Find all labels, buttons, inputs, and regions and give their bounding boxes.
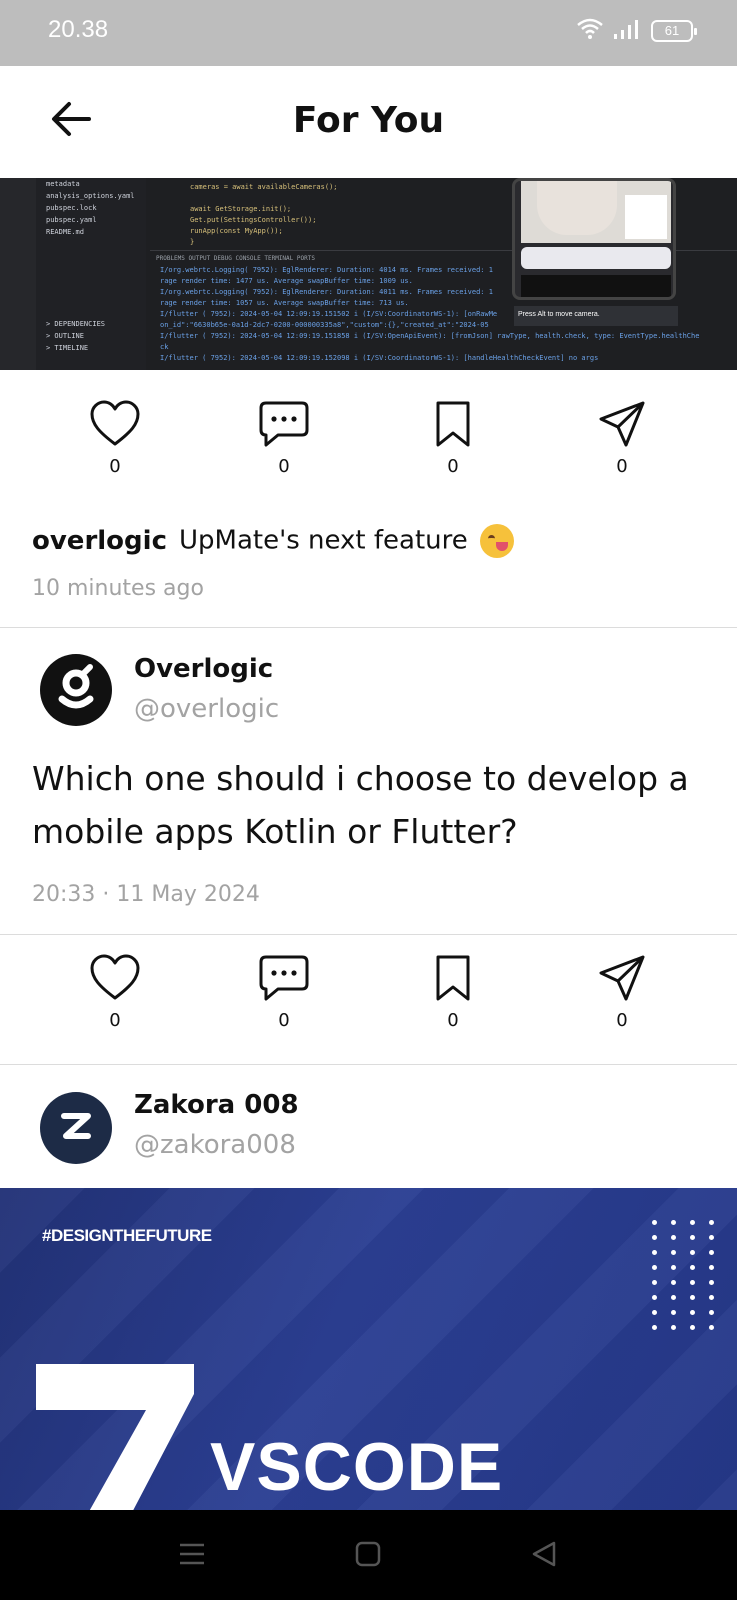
camera-preview (521, 181, 671, 243)
status-icons: 61 (577, 18, 697, 44)
code-line: Get.put(SettingsController()); (190, 216, 317, 224)
banner-number-seven (36, 1364, 196, 1510)
caption-username[interactable]: overlogic (32, 526, 167, 556)
comment-icon (249, 954, 319, 1002)
code-line: runApp(const MyApp()); (190, 227, 283, 235)
banner-word: VSCODE (210, 1429, 504, 1505)
post-image[interactable]: #DESIGNTHEFUTURE VSCODE (0, 1188, 737, 1510)
phone-preview (512, 178, 676, 300)
home-button[interactable] (348, 1540, 388, 1572)
editor-code: cameras = await availableCameras(); awai… (150, 178, 510, 250)
post-actions: 0 0 0 0 (0, 924, 737, 1034)
file-tree-item: pubspec.yaml (46, 216, 97, 224)
status-bar: 20.38 61 (0, 0, 737, 66)
system-nav-bar (0, 1510, 737, 1600)
heart-icon (80, 400, 150, 448)
bookmark-count: 0 (447, 456, 459, 477)
post-image[interactable]: metadata analysis_options.yaml pubspec.l… (0, 178, 737, 370)
bookmark-button[interactable]: 0 (418, 400, 488, 477)
divider (0, 1064, 737, 1065)
file-tree-section: > DEPENDENCIES (46, 320, 106, 328)
bookmark-count: 0 (447, 1010, 459, 1031)
send-icon (587, 400, 657, 448)
back-triangle-icon (530, 1540, 558, 1572)
dot-grid-decoration (652, 1220, 719, 1330)
comment-button[interactable]: 0 (249, 954, 319, 1031)
avatar[interactable] (40, 1092, 112, 1164)
home-square-icon (354, 1540, 382, 1572)
caption-text: UpMate's next feature (178, 525, 468, 556)
share-button[interactable]: 0 (587, 954, 657, 1031)
camera-tooltip: Press Alt to move camera. (514, 306, 678, 326)
console-line: I/flutter ( 7952): 2024-05-04 12:09:19.1… (160, 354, 599, 362)
share-button[interactable]: 0 (587, 400, 657, 477)
share-count: 0 (616, 456, 628, 477)
console-line: ck (160, 343, 169, 351)
phone-nav (521, 275, 671, 297)
user-handle[interactable]: @overlogic (134, 694, 279, 724)
code-line: } (190, 238, 195, 246)
zakora-logo-icon (56, 1106, 96, 1150)
display-name[interactable]: Overlogic (134, 654, 273, 684)
file-tree-section: > OUTLINE (46, 332, 84, 340)
console-tabs: PROBLEMS OUTPUT DEBUG CONSOLE TERMINAL P… (156, 255, 315, 262)
post-timestamp: 20:33 · 11 May 2024 (32, 882, 260, 907)
file-tree-item: README.md (46, 228, 84, 236)
post-caption: overlogic UpMate's next feature (32, 524, 515, 558)
call-controls (521, 247, 671, 269)
like-button[interactable]: 0 (80, 400, 150, 477)
editor-file-tree: metadata analysis_options.yaml pubspec.l… (36, 178, 146, 370)
send-icon (587, 954, 657, 1002)
post-time-ago: 10 minutes ago (32, 576, 204, 601)
divider (0, 627, 737, 628)
comment-icon (249, 400, 319, 448)
banner-hashtag: #DESIGNTHEFUTURE (42, 1226, 212, 1245)
code-line: await GetStorage.init(); (190, 205, 292, 213)
file-tree-item: metadata (46, 180, 80, 188)
recent-apps-button[interactable] (172, 1540, 212, 1572)
overlogic-logo-icon (54, 663, 98, 717)
comment-button[interactable]: 0 (249, 400, 319, 477)
wifi-icon (577, 18, 603, 44)
comment-count: 0 (278, 456, 290, 477)
like-button[interactable]: 0 (80, 954, 150, 1031)
back-nav-button[interactable] (524, 1540, 564, 1572)
avatar[interactable] (40, 654, 112, 726)
heart-icon (80, 954, 150, 1002)
display-name[interactable]: Zakora 008 (134, 1090, 299, 1120)
comment-count: 0 (278, 1010, 290, 1031)
menu-icon (178, 1541, 206, 1571)
console-line: I/flutter ( 7952): 2024-05-04 12:09:19.1… (160, 332, 700, 340)
editor-activity-bar (0, 178, 36, 370)
like-count: 0 (109, 456, 121, 477)
file-tree-item: pubspec.lock (46, 204, 97, 212)
yum-emoji-icon (480, 524, 515, 558)
post-actions: 0 0 0 0 (0, 370, 737, 480)
share-count: 0 (616, 1010, 628, 1031)
status-time: 20.38 (48, 16, 109, 43)
app-header: For You (0, 66, 737, 178)
file-tree-section: > TIMELINE (46, 344, 89, 352)
battery-icon: 61 (651, 20, 697, 42)
file-tree-item: analysis_options.yaml (46, 192, 135, 200)
code-line: cameras = await availableCameras(); (190, 183, 338, 191)
page-title: For You (292, 100, 445, 141)
bookmark-icon (418, 400, 488, 448)
signal-icon (613, 18, 641, 44)
bookmark-icon (418, 954, 488, 1002)
bookmark-button[interactable]: 0 (418, 954, 488, 1031)
like-count: 0 (109, 1010, 121, 1031)
post-text: Which one should i choose to develop a m… (32, 759, 689, 851)
user-handle[interactable]: @zakora008 (134, 1130, 296, 1160)
